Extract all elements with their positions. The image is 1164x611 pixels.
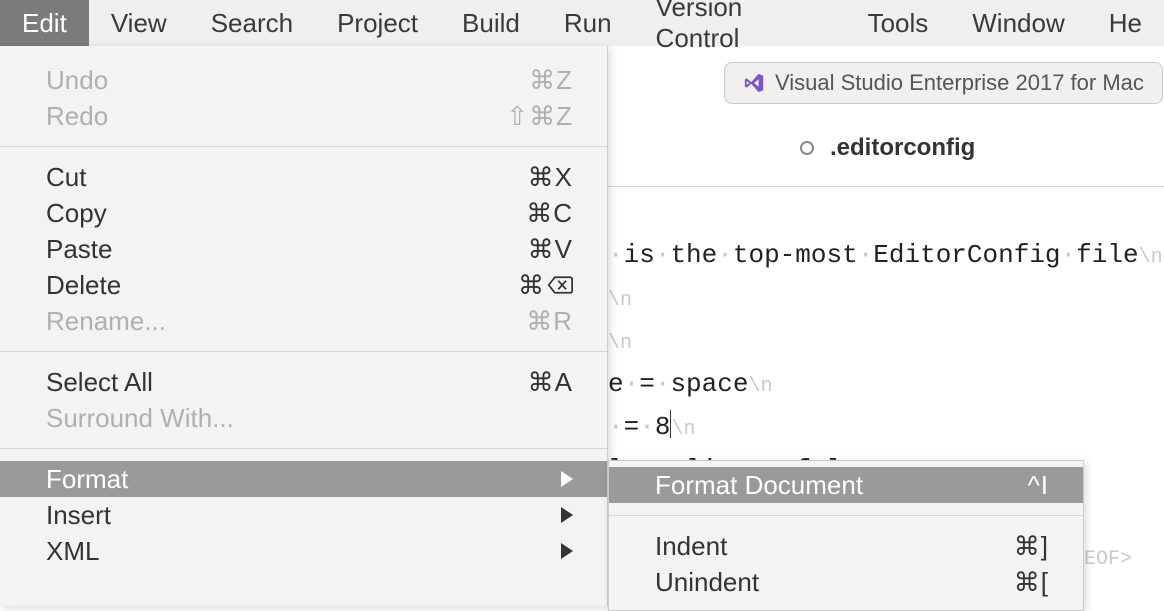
backspace-icon — [547, 275, 573, 295]
submenu-arrow-icon — [561, 471, 573, 487]
tab-close-indicator-icon[interactable] — [800, 141, 814, 155]
menu-view[interactable]: View — [89, 0, 189, 46]
newline-mark-icon: \n — [608, 289, 632, 312]
menu-run[interactable]: Run — [542, 0, 634, 46]
edit-dropdown: Undo ⌘Z Redo ⇧⌘Z Cut ⌘X Copy ⌘C Paste ⌘V… — [0, 46, 608, 606]
menubar: Edit View Search Project Build Run Versi… — [0, 0, 1164, 46]
menu-delete[interactable]: Delete ⌘ — [0, 267, 607, 303]
menu-format[interactable]: Format — [0, 461, 607, 497]
code-line: ·is·the·top-most·EditorConfig·file — [608, 240, 1139, 270]
menu-separator — [0, 351, 607, 352]
format-submenu: Format Document ^I Indent ⌘] Unindent ⌘[ — [608, 460, 1084, 611]
submenu-arrow-icon — [561, 543, 573, 559]
menu-version-control[interactable]: Version Control — [634, 0, 846, 46]
menu-build[interactable]: Build — [440, 0, 542, 46]
menu-project[interactable]: Project — [315, 0, 440, 46]
menu-help-truncated[interactable]: He — [1087, 0, 1164, 46]
menu-cut[interactable]: Cut ⌘X — [0, 159, 607, 195]
menu-paste[interactable]: Paste ⌘V — [0, 231, 607, 267]
code-line: e·=·space — [608, 369, 748, 399]
menu-separator — [609, 515, 1083, 516]
eof-mark: EOF> — [1084, 548, 1132, 571]
menu-undo[interactable]: Undo ⌘Z — [0, 62, 607, 98]
menu-select-all[interactable]: Select All ⌘A — [0, 364, 607, 400]
solution-info-pill[interactable]: Visual Studio Enterprise 2017 for Mac — [724, 62, 1163, 104]
menu-separator — [0, 146, 607, 147]
code-line: ·=·8 — [608, 412, 670, 442]
menu-tools[interactable]: Tools — [846, 0, 951, 46]
newline-mark-icon: \n — [748, 375, 772, 398]
menu-xml[interactable]: XML — [0, 533, 607, 569]
submenu-format-document[interactable]: Format Document ^I — [609, 467, 1083, 503]
submenu-unindent[interactable]: Unindent ⌘[ — [609, 564, 1083, 600]
visual-studio-icon — [743, 72, 765, 94]
newline-mark-icon: \n — [608, 332, 632, 355]
tab-filename: .editorconfig — [830, 134, 975, 162]
menu-insert[interactable]: Insert — [0, 497, 607, 533]
menu-rename[interactable]: Rename... ⌘R — [0, 303, 607, 339]
menu-window[interactable]: Window — [950, 0, 1086, 46]
menu-surround-with[interactable]: Surround With... — [0, 400, 607, 436]
menu-search[interactable]: Search — [189, 0, 315, 46]
editor-tab[interactable]: .editorconfig — [800, 134, 975, 162]
solution-info-label: Visual Studio Enterprise 2017 for Mac — [775, 70, 1144, 96]
menu-edit[interactable]: Edit — [0, 0, 89, 46]
newline-mark-icon: \n — [671, 418, 695, 441]
menu-separator — [0, 448, 607, 449]
submenu-indent[interactable]: Indent ⌘] — [609, 528, 1083, 564]
menu-copy[interactable]: Copy ⌘C — [0, 195, 607, 231]
menu-redo[interactable]: Redo ⇧⌘Z — [0, 98, 607, 134]
submenu-arrow-icon — [561, 507, 573, 523]
newline-mark-icon: \n — [1139, 246, 1163, 269]
